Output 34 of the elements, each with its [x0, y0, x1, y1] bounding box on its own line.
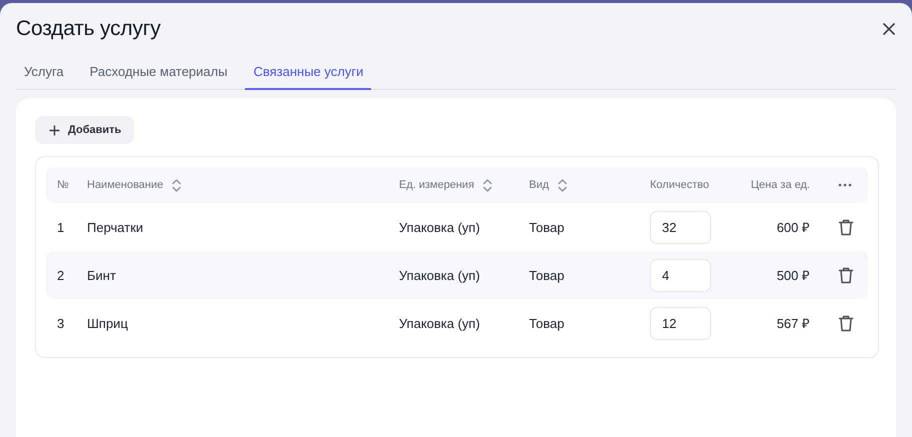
column-header: Наименование	[87, 179, 164, 191]
quantity-field[interactable]: 32	[650, 210, 711, 244]
column-header: Вид	[529, 179, 549, 191]
table-cell: Шприц	[87, 316, 128, 330]
add-button[interactable]: Добавить	[35, 116, 134, 144]
trash-icon[interactable]	[838, 266, 854, 284]
tab[interactable]: Услуга	[16, 55, 72, 90]
tab[interactable]: Связанные услуги	[245, 55, 372, 90]
table-cell-text: 600 ₽	[776, 219, 810, 236]
table-cell-text: 500 ₽	[776, 267, 810, 284]
table-cell: Упаковка (уп)	[399, 220, 480, 234]
quantity-field[interactable]: 12	[650, 306, 711, 340]
more-icon[interactable]	[838, 183, 852, 187]
column-header: №	[57, 179, 69, 191]
table-cell: Бинт	[87, 268, 116, 282]
trash-icon[interactable]	[838, 314, 854, 332]
row-number: 1	[57, 220, 64, 234]
table-cell: Товар	[529, 220, 564, 234]
tab[interactable]: Расходные материалы	[82, 55, 236, 90]
column-header: Количество	[650, 179, 710, 191]
column-header: Ед. измерения	[399, 179, 474, 191]
table-cell: Товар	[529, 268, 564, 282]
table-cell: Упаковка (уп)	[399, 268, 480, 282]
row-number: 3	[57, 316, 64, 330]
table-cell: Перчатки	[87, 220, 144, 234]
column-header: Цена за ед.	[750, 179, 810, 191]
quantity-field[interactable]: 4	[650, 258, 711, 292]
table-cell: Товар	[529, 316, 564, 330]
table-cell: Упаковка (уп)	[399, 316, 480, 330]
table-cell-text: 567 ₽	[776, 315, 810, 332]
trash-icon[interactable]	[838, 218, 854, 236]
plus-icon	[49, 124, 60, 136]
row-number: 2	[57, 268, 64, 282]
dialog-title: Создать услугу	[16, 17, 161, 41]
